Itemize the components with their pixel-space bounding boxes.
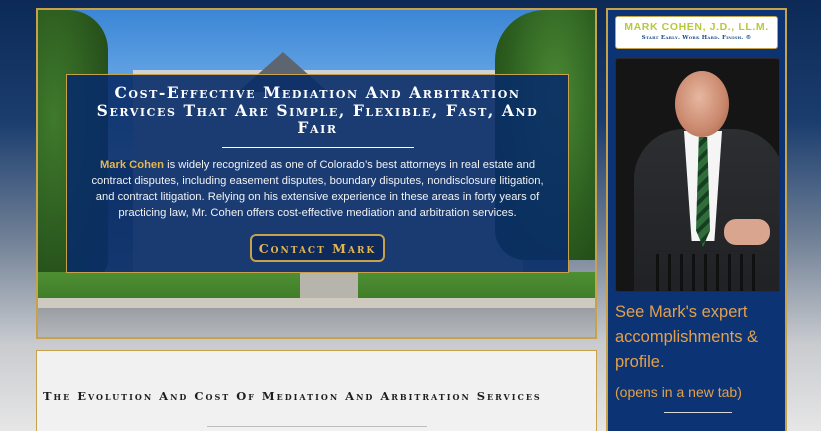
mark-cohen-portrait[interactable]	[615, 58, 780, 292]
sidebar: MARK COHEN, J.D., LL.M. Start Early. Wor…	[606, 8, 787, 431]
hero-banner: Cost-Effective Mediation And Arbitration…	[36, 8, 597, 339]
article-card: The Evolution And Cost Of Mediation And …	[36, 350, 597, 431]
logo-tagline: Start Early. Work Hard. Finish. ®	[641, 35, 752, 41]
article-divider	[207, 426, 427, 427]
hero-divider	[221, 146, 414, 148]
hero-name-highlight: Mark Cohen	[99, 158, 164, 171]
hero-description: Mark Cohen is widely recognized as one o…	[89, 157, 546, 222]
contact-mark-button[interactable]: Contact Mark	[249, 234, 386, 263]
logo-name: MARK COHEN, J.D., LL.M.	[624, 21, 769, 33]
sidebar-divider	[664, 412, 732, 413]
site-logo[interactable]: MARK COHEN, J.D., LL.M. Start Early. Wor…	[615, 16, 778, 49]
profile-link[interactable]: See Mark's expert accomplishments & prof…	[615, 300, 785, 375]
article-heading: The Evolution And Cost Of Mediation And …	[43, 389, 542, 403]
new-tab-note: (opens in a new tab)	[615, 384, 742, 400]
hero-text-panel: Cost-Effective Mediation And Arbitration…	[66, 74, 569, 273]
hero-title: Cost-Effective Mediation And Arbitration…	[96, 83, 539, 137]
